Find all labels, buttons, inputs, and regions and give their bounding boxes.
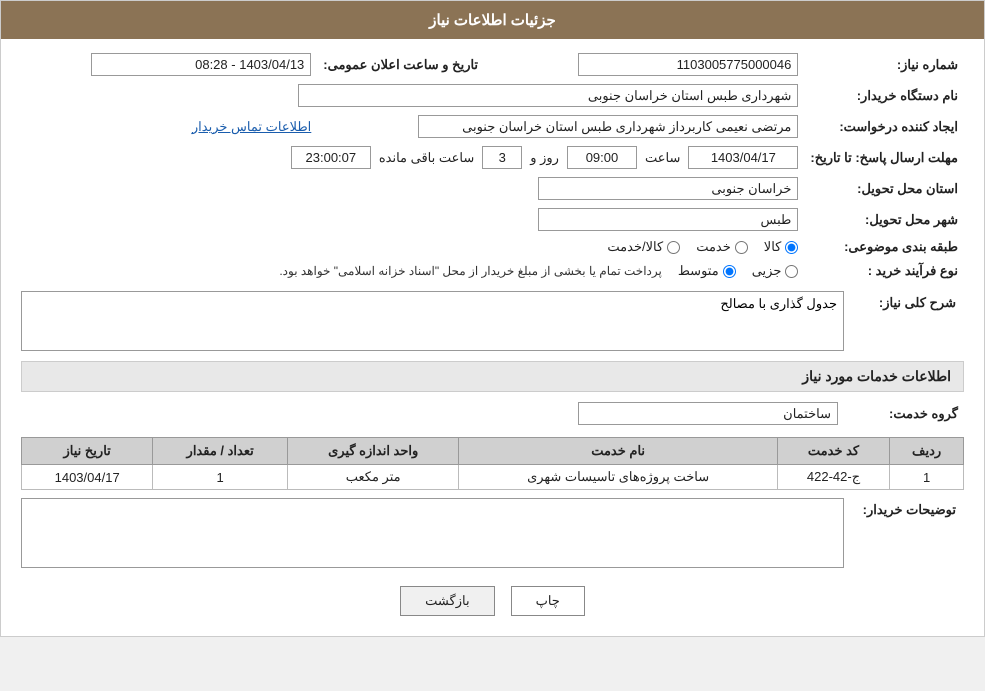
process-type-row: جزیی متوسط پرداخت تمام یا بخشی از مبلغ خ… — [21, 259, 804, 283]
col-name: نام خدمت — [459, 438, 777, 465]
row-creator: ایجاد کننده درخواست: اطلاعات تماس خریدار — [21, 111, 964, 142]
need-number-label: شماره نیاز: — [804, 49, 964, 80]
category-label: طبقه بندی موضوعی: — [804, 235, 964, 259]
creator-label: ایجاد کننده درخواست: — [804, 111, 964, 142]
category-options: کالا خدمت کالا/خدمت — [27, 239, 798, 255]
category-both-radio[interactable] — [667, 241, 680, 254]
buyer-desc-textarea[interactable] — [21, 498, 844, 568]
process-motvaset-text: متوسط — [678, 263, 719, 279]
response-deadline-row: ساعت روز و ساعت باقی مانده — [21, 142, 804, 173]
need-description-section: شرح کلی نیاز: جدول گذاری با مصالح — [21, 291, 964, 351]
process-jozi-text: جزیی — [752, 263, 782, 279]
category-khedmat-text: خدمت — [696, 239, 731, 255]
service-group-label: گروه خدمت: — [844, 398, 964, 429]
category-kala-label: کالا — [764, 239, 799, 255]
cell-unit: متر مکعب — [287, 465, 458, 490]
row-category: طبقه بندی موضوعی: کالا خدمت — [21, 235, 964, 259]
buyer-desc-label: توضیحات خریدار: — [844, 498, 964, 518]
cell-name: ساخت پروژه‌های تاسیسات شهری — [459, 465, 777, 490]
col-unit: واحد اندازه گیری — [287, 438, 458, 465]
buyer-org-input[interactable] — [298, 84, 798, 107]
category-radio-group: کالا خدمت کالا/خدمت — [21, 235, 804, 259]
row-city: شهر محل تحویل: — [21, 204, 964, 235]
cell-qty: 1 — [153, 465, 288, 490]
category-khedmat-label: خدمت — [696, 239, 748, 255]
process-jozi-label: جزیی — [752, 263, 799, 279]
services-table: ردیف کد خدمت نام خدمت واحد اندازه گیری ت… — [21, 437, 964, 490]
button-row: چاپ بازگشت — [21, 586, 964, 616]
process-type-options: جزیی متوسط پرداخت تمام یا بخشی از مبلغ خ… — [27, 263, 798, 279]
col-code: کد خدمت — [777, 438, 889, 465]
category-kala-text: کالا — [764, 239, 782, 255]
buyer-org-label: نام دستگاه خریدار: — [804, 80, 964, 111]
creator-input[interactable] — [418, 115, 798, 138]
back-button[interactable]: بازگشت — [400, 586, 494, 616]
need-description-label: شرح کلی نیاز: — [844, 291, 964, 311]
row-province: استان محل تحویل: — [21, 173, 964, 204]
col-row: ردیف — [890, 438, 964, 465]
row-response-deadline: مهلت ارسال پاسخ: تا تاریخ: ساعت روز و سا… — [21, 142, 964, 173]
city-value — [21, 204, 804, 235]
row-need-number: شماره نیاز: تاریخ و ساعت اعلان عمومی: — [21, 49, 964, 80]
info-table: شماره نیاز: تاریخ و ساعت اعلان عمومی: نا… — [21, 49, 964, 283]
buyer-org-value — [21, 80, 804, 111]
service-group-value — [21, 398, 844, 429]
response-time-input[interactable] — [567, 146, 637, 169]
cell-date: 1403/04/17 — [22, 465, 153, 490]
cell-row: 1 — [890, 465, 964, 490]
response-remaining-input[interactable] — [291, 146, 371, 169]
contact-link[interactable]: اطلاعات تماس خریدار — [192, 119, 311, 134]
date-row: ساعت روز و ساعت باقی مانده — [27, 146, 798, 169]
creator-value — [317, 111, 804, 142]
response-deadline-label: مهلت ارسال پاسخ: تا تاریخ: — [804, 142, 964, 173]
buyer-desc-section: توضیحات خریدار: — [21, 498, 964, 568]
process-note: پرداخت تمام یا بخشی از مبلغ خریدار از مح… — [279, 264, 662, 278]
response-days-input[interactable] — [482, 146, 522, 169]
city-label: شهر محل تحویل: — [804, 204, 964, 235]
response-date-input[interactable] — [688, 146, 798, 169]
need-number-input[interactable] — [578, 53, 798, 76]
contact-link-cell: اطلاعات تماس خریدار — [21, 111, 317, 142]
category-both-text: کالا/خدمت — [607, 239, 663, 255]
response-remaining-label: ساعت باقی مانده — [379, 150, 474, 166]
category-kala-radio[interactable] — [785, 241, 798, 254]
response-time-label: ساعت — [645, 150, 680, 166]
process-motvaset-label: متوسط — [678, 263, 736, 279]
row-service-group: گروه خدمت: — [21, 398, 964, 429]
announce-datetime-label: تاریخ و ساعت اعلان عمومی: — [317, 49, 508, 80]
service-group-input[interactable] — [578, 402, 838, 425]
process-jozi-radio[interactable] — [785, 265, 798, 278]
need-number-value — [508, 49, 804, 80]
category-khedmat-radio[interactable] — [735, 241, 748, 254]
province-input[interactable] — [538, 177, 798, 200]
page-title: جزئیات اطلاعات نیاز — [429, 12, 556, 29]
page-header: جزئیات اطلاعات نیاز — [1, 1, 984, 39]
col-qty: تعداد / مقدار — [153, 438, 288, 465]
process-type-label: نوع فرآیند خرید : — [804, 259, 964, 283]
announce-datetime-input[interactable] — [91, 53, 311, 76]
services-table-body: 1 ج-42-422 ساخت پروژه‌های تاسیسات شهری م… — [22, 465, 964, 490]
province-label: استان محل تحویل: — [804, 173, 964, 204]
category-both-label: کالا/خدمت — [607, 239, 680, 255]
response-days-label: روز و — [530, 150, 559, 166]
row-process-type: نوع فرآیند خرید : جزیی متوسط پرداخت تمام… — [21, 259, 964, 283]
print-button[interactable]: چاپ — [511, 586, 585, 616]
service-info-header: اطلاعات خدمات مورد نیاز — [21, 361, 964, 392]
city-input[interactable] — [538, 208, 798, 231]
col-date: تاریخ نیاز — [22, 438, 153, 465]
services-table-head: ردیف کد خدمت نام خدمت واحد اندازه گیری ت… — [22, 438, 964, 465]
content-area: شماره نیاز: تاریخ و ساعت اعلان عمومی: نا… — [1, 39, 984, 636]
province-value — [21, 173, 804, 204]
services-table-header-row: ردیف کد خدمت نام خدمت واحد اندازه گیری ت… — [22, 438, 964, 465]
table-row: 1 ج-42-422 ساخت پروژه‌های تاسیسات شهری م… — [22, 465, 964, 490]
page-wrapper: جزئیات اطلاعات نیاز شماره نیاز: تاریخ و … — [0, 0, 985, 637]
need-description-textarea[interactable]: جدول گذاری با مصالح — [21, 291, 844, 351]
cell-code: ج-42-422 — [777, 465, 889, 490]
service-group-table: گروه خدمت: — [21, 398, 964, 429]
process-motvaset-radio[interactable] — [723, 265, 736, 278]
row-buyer-org: نام دستگاه خریدار: — [21, 80, 964, 111]
announce-datetime-value — [21, 49, 317, 80]
